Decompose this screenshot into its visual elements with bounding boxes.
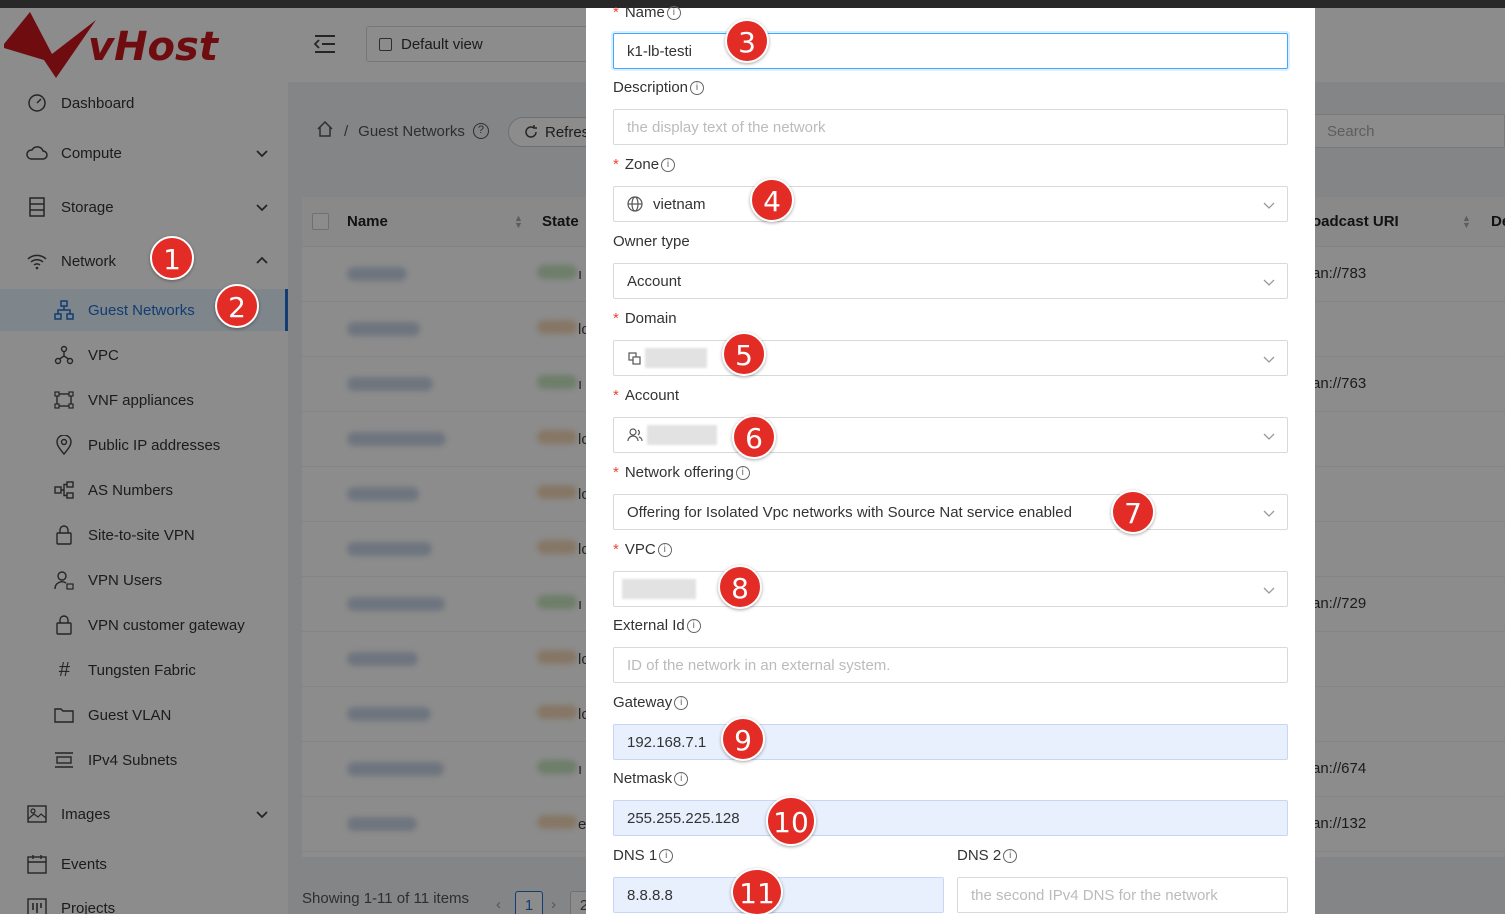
create-network-form: * Name i k1-lb-testi Description i the disp… [586, 4, 1315, 914]
step-badge-11: 11 [731, 868, 783, 914]
account-select[interactable] [613, 417, 1288, 453]
chevron-down-icon [1263, 429, 1275, 441]
step-badge-1: 1 [150, 236, 194, 280]
external-id-placeholder: ID of the network in an external system. [627, 656, 891, 674]
zone-value: vietnam [653, 195, 706, 213]
netmask-input[interactable]: 255.255.225.128 [613, 800, 1288, 836]
dns1-value: 8.8.8.8 [627, 886, 673, 904]
vpc-label: * VPC i [613, 541, 672, 558]
dns2-placeholder: the second IPv4 DNS for the network [971, 886, 1218, 904]
chevron-down-icon [1263, 506, 1275, 518]
domain-label: * Domain [613, 310, 677, 327]
info-icon: i [1003, 848, 1018, 863]
chevron-down-icon [1263, 583, 1275, 595]
zone-select[interactable]: vietnam [613, 186, 1288, 222]
gateway-label: Gateway i [613, 694, 689, 711]
step-badge-9: 9 [721, 717, 765, 761]
gateway-value: 192.168.7.1 [627, 733, 707, 751]
team-icon [627, 427, 643, 443]
external-id-label: External Id i [613, 617, 701, 634]
description-input[interactable]: the display text of the network [613, 109, 1288, 145]
globe-icon [627, 196, 643, 212]
account-value-redacted [647, 425, 717, 445]
step-badge-10: 10 [766, 796, 816, 846]
name-input[interactable]: k1-lb-testi [613, 33, 1288, 69]
step-badge-5: 5 [722, 332, 766, 376]
info-icon: i [661, 157, 676, 172]
chevron-down-icon [1263, 198, 1275, 210]
step-badge-8: 8 [718, 565, 762, 609]
step-badge-2: 2 [215, 284, 259, 328]
info-icon: i [735, 465, 750, 480]
info-icon: i [659, 848, 674, 863]
domain-select[interactable] [613, 340, 1288, 376]
owner-type-value: Account [627, 272, 682, 290]
step-badge-4: 4 [750, 178, 794, 222]
description-label: Description i [613, 79, 705, 96]
name-label: * Name i [613, 4, 681, 21]
step-badge-7: 7 [1111, 490, 1155, 534]
vpc-value-redacted [622, 579, 696, 599]
network-offering-label: * Network offering i [613, 464, 750, 481]
info-icon: i [690, 80, 705, 95]
zone-label: * Zone i [613, 156, 676, 173]
info-icon: i [674, 695, 689, 710]
info-icon: i [657, 542, 672, 557]
dns2-label: DNS 2i [957, 847, 1018, 864]
external-id-input[interactable]: ID of the network in an external system. [613, 647, 1288, 683]
network-offering-select[interactable]: Offering for Isolated Vpc networks with … [613, 494, 1288, 530]
gateway-input[interactable]: 192.168.7.1 [613, 724, 1288, 760]
info-icon: i [666, 5, 681, 20]
info-icon: i [674, 771, 689, 786]
chevron-down-icon [1263, 275, 1275, 287]
chevron-down-icon [1263, 352, 1275, 364]
network-offering-value: Offering for Isolated Vpc networks with … [627, 503, 1072, 521]
description-placeholder: the display text of the network [627, 118, 826, 136]
owner-type-label: Owner type [613, 233, 690, 250]
name-value: k1-lb-testi [627, 42, 693, 60]
netmask-label: Netmask i [613, 770, 689, 787]
dns2-input[interactable]: the second IPv4 DNS for the network [957, 877, 1288, 913]
account-label: * Account [613, 387, 680, 404]
owner-type-select[interactable]: Account [613, 263, 1288, 299]
step-badge-6: 6 [732, 415, 776, 459]
step-badge-3: 3 [725, 19, 769, 63]
vpc-select[interactable] [613, 571, 1288, 607]
domain-icon [627, 350, 641, 366]
domain-value-redacted [645, 348, 707, 368]
info-icon: i [686, 618, 701, 633]
dns1-label: DNS 1i [613, 847, 674, 864]
netmask-value: 255.255.225.128 [627, 809, 740, 827]
